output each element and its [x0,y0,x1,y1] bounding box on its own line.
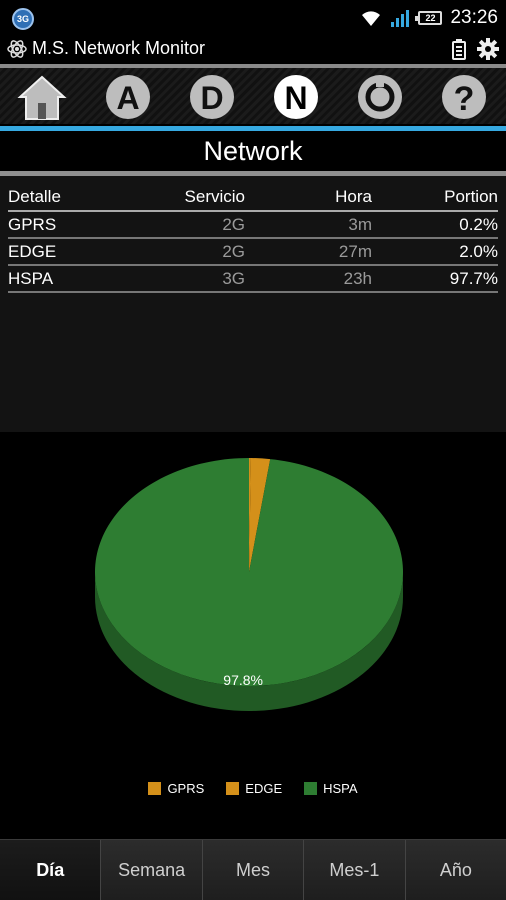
refresh-icon [358,75,402,119]
home-icon [17,75,67,120]
help-icon: ? [442,75,486,119]
legend-swatch [148,782,162,795]
battery-saver-icon[interactable] [452,38,466,60]
d-icon: D [190,75,234,119]
table-row: GPRS 2G 3m 0.2% [8,211,498,239]
battery-icon: 22 [415,11,443,25]
column-header: Portion [372,184,498,212]
cell-detalle: HSPA [8,265,138,293]
wifi-icon [362,11,381,26]
column-header: Servicio [138,184,245,212]
a-icon: A [106,75,150,119]
column-header: Hora [245,184,372,212]
cell-servicio: 2G [138,238,245,266]
n-button[interactable]: N [270,71,322,123]
status-bar: 3G 22 23:26 [0,0,506,36]
a-button[interactable]: A [102,71,154,123]
pie-chart: 97.8% [94,458,404,711]
cell-portion: 0.2% [372,211,498,239]
pie-slice-hspa [94,458,404,686]
d-button[interactable]: D [186,71,238,123]
svg-text:N: N [284,80,307,116]
network-type-badge: 3G [12,8,34,30]
cell-servicio: 3G [138,265,245,293]
home-button[interactable] [16,71,68,123]
tab-dia[interactable]: Día [0,840,102,900]
refresh-button[interactable] [354,71,406,123]
cell-detalle: GPRS [8,211,138,239]
svg-text:D: D [200,80,223,116]
cell-servicio: 2G [138,211,245,239]
tab-mes-1[interactable]: Mes-1 [304,840,406,900]
legend-label: EDGE [245,781,283,796]
cell-detalle: EDGE [8,238,138,266]
title-bar: M.S. Network Monitor [0,36,506,64]
cell-portion: 97.7% [372,265,498,293]
cell-hora: 3m [245,211,372,239]
legend-label: GPRS [167,781,205,796]
cell-hora: 23h [245,265,372,293]
clock: 23:26 [450,7,498,28]
pie-data-label: 97.8% [223,672,263,688]
tab-semana[interactable]: Semana [101,840,203,900]
chart-panel: 97.8% GPRS EDGE HSPA [0,432,506,839]
usage-table: Detalle Servicio Hora Portion GPRS 2G 3m… [8,184,498,293]
legend-item: EDGE [226,781,282,796]
tab-ano[interactable]: Año [406,840,506,900]
usage-table-panel: Detalle Servicio Hora Portion GPRS 2G 3m… [0,176,506,432]
cell-portion: 2.0% [372,238,498,266]
table-header-row: Detalle Servicio Hora Portion [8,184,498,212]
svg-text:A: A [116,80,139,116]
toolbar: A D N ? [0,68,506,124]
gear-icon[interactable] [476,37,500,61]
chart-legend: GPRS EDGE HSPA [0,781,506,796]
legend-swatch [226,782,240,795]
legend-label: HSPA [323,781,358,796]
legend-item: HSPA [304,781,358,796]
n-icon: N [274,75,318,119]
help-button[interactable]: ? [438,71,490,123]
page-title: Network [0,131,506,171]
legend-swatch [304,782,318,795]
tab-mes[interactable]: Mes [203,840,305,900]
atom-icon[interactable] [6,38,28,60]
column-header: Detalle [8,184,138,212]
svg-text:?: ? [454,80,475,118]
table-row: EDGE 2G 27m 2.0% [8,238,498,266]
legend-item: GPRS [148,781,204,796]
table-row: HSPA 3G 23h 97.7% [8,265,498,293]
signal-icon [391,10,410,27]
app-title: M.S. Network Monitor [32,38,206,58]
cell-hora: 27m [245,238,372,266]
period-tabs: Día Semana Mes Mes-1 Año [0,839,506,900]
